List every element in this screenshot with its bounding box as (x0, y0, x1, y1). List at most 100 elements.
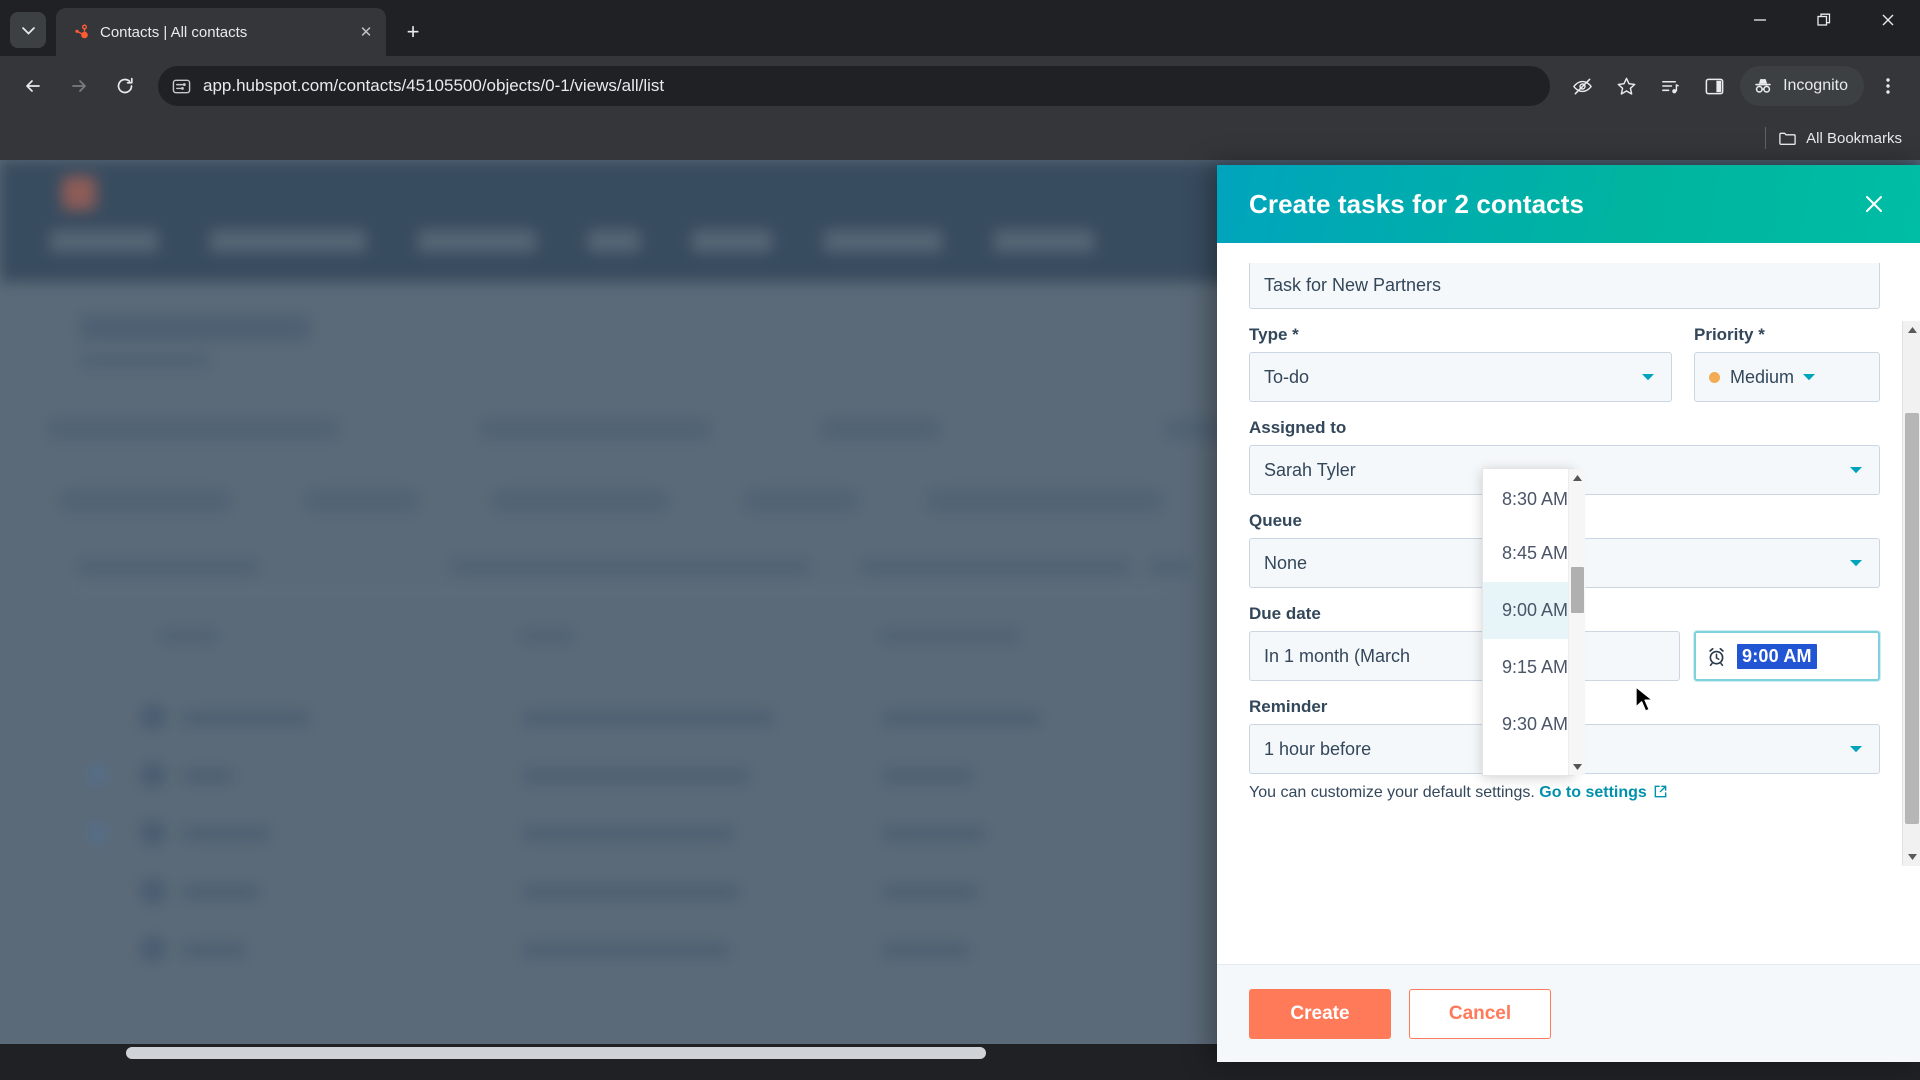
nav-item (418, 230, 536, 252)
address-bar[interactable]: app.hubspot.com/contacts/45105500/object… (158, 66, 1551, 106)
cancel-button[interactable]: Cancel (1409, 988, 1551, 1039)
scroll-down-icon[interactable] (1569, 758, 1586, 775)
time-option[interactable]: 9:15 AM (1483, 639, 1568, 696)
time-option[interactable]: 8:30 AM (1483, 469, 1568, 525)
scroll-up-icon[interactable] (1903, 321, 1920, 339)
time-option[interactable]: 8:45 AM (1483, 525, 1568, 582)
scroll-up-icon[interactable] (1569, 469, 1586, 486)
table-header-divider (70, 590, 1170, 592)
type-group: Type * To-do (1249, 325, 1672, 402)
tab-search-icon[interactable] (10, 12, 46, 48)
saved-filter-chip (925, 488, 1165, 514)
cell-email (522, 826, 734, 842)
incognito-badge[interactable]: Incognito (1740, 66, 1864, 106)
time-dropdown-scrollbar[interactable] (1568, 469, 1586, 775)
chevron-down-icon (1802, 369, 1816, 385)
hide-password-icon[interactable] (1562, 66, 1602, 106)
time-dropdown: 8:30 AM 8:45 AM 9:00 AM 9:15 AM 9:30 AM (1482, 468, 1586, 776)
maximize-restore-button[interactable] (1792, 0, 1856, 40)
type-select[interactable]: To-do (1249, 352, 1672, 402)
filter-placeholder (480, 418, 710, 440)
queue-value: None (1264, 552, 1308, 573)
search-placeholder (48, 418, 338, 440)
cell-company (882, 768, 974, 784)
task-title-value: Task for New Partners (1264, 275, 1442, 295)
reading-list-icon[interactable] (1650, 66, 1690, 106)
assigned-to-value: Sarah Tyler (1264, 459, 1356, 480)
incognito-label: Incognito (1783, 77, 1848, 94)
nav-item (692, 230, 772, 252)
type-label: Type * (1249, 325, 1299, 344)
saved-filter-chip (490, 488, 670, 514)
chevron-down-icon (1641, 369, 1655, 385)
close-window-button[interactable] (1856, 0, 1920, 40)
priority-dot-icon (1709, 371, 1720, 383)
bookmarks-divider (1765, 127, 1767, 149)
modal-scrollbar-thumb[interactable] (1905, 413, 1919, 824)
chevron-down-icon (1849, 741, 1863, 757)
all-bookmarks-button[interactable]: All Bookmarks (1778, 129, 1902, 148)
type-priority-row: Type * To-do Priority * Medium (1249, 325, 1880, 402)
modal-title: Create tasks for 2 contacts (1249, 188, 1585, 219)
scroll-down-icon[interactable] (1903, 848, 1920, 866)
bookmark-star-icon[interactable] (1606, 66, 1646, 106)
close-icon[interactable] (1854, 184, 1894, 224)
cell-email (522, 768, 750, 784)
time-dropdown-scrollbar-thumb[interactable] (1571, 567, 1585, 613)
action-placeholder (1165, 418, 1225, 440)
time-option-selected[interactable]: 9:00 AM (1483, 582, 1569, 639)
page-title-placeholder (80, 315, 310, 341)
saved-filter-chip (742, 488, 860, 514)
chrome-menu-icon[interactable] (1868, 66, 1908, 106)
alarm-clock-icon (1706, 646, 1727, 667)
bulk-action-placeholder (1150, 558, 1190, 576)
browser-tab[interactable]: Contacts | All contacts ✕ (56, 8, 386, 56)
tab-title: Contacts | All contacts (100, 23, 248, 41)
reload-button[interactable] (104, 65, 146, 107)
column-header (520, 628, 574, 644)
modal-scrollbar[interactable] (1902, 321, 1920, 866)
chevron-down-icon (1849, 555, 1863, 571)
table-row (70, 806, 1200, 862)
create-button[interactable]: Create (1249, 988, 1391, 1039)
task-title-input[interactable]: Task for New Partners (1249, 263, 1880, 309)
minimize-button[interactable] (1728, 0, 1792, 40)
all-bookmarks-label: All Bookmarks (1806, 129, 1902, 147)
priority-select[interactable]: Medium (1694, 352, 1880, 402)
saved-filter-chip (303, 488, 421, 514)
column-header (880, 628, 1020, 644)
cell-company (882, 826, 986, 842)
cell-name (182, 942, 246, 958)
time-option[interactable]: 9:30 AM (1483, 696, 1568, 753)
avatar (140, 820, 166, 846)
back-button[interactable] (12, 65, 54, 107)
go-to-settings-link[interactable]: Go to settings (1539, 784, 1647, 801)
tab-close-icon[interactable]: ✕ (354, 20, 378, 44)
row-checkbox[interactable] (88, 824, 106, 842)
site-settings-icon[interactable] (172, 77, 191, 96)
due-date-input[interactable]: In 1 month (March (1249, 631, 1680, 681)
column-header (160, 628, 218, 644)
saved-filter-chip (58, 488, 233, 514)
forward-button[interactable] (58, 65, 100, 107)
default-settings-helper: You can customize your default settings.… (1249, 784, 1880, 804)
side-panel-icon[interactable] (1694, 66, 1734, 106)
horizontal-scrollbar-thumb[interactable] (126, 1047, 986, 1059)
avatar (140, 878, 166, 904)
due-time-value: 9:00 AM (1737, 643, 1817, 669)
bulk-action-placeholder (78, 558, 258, 576)
tab-strip: Contacts | All contacts ✕ + (0, 0, 1920, 56)
row-checkbox[interactable] (88, 766, 106, 784)
reminder-value: 1 hour before (1264, 738, 1372, 759)
new-tab-button[interactable]: + (396, 15, 430, 49)
avatar (140, 936, 166, 962)
cell-name (182, 768, 234, 784)
bulk-action-placeholder (450, 558, 810, 576)
window-controls (1728, 0, 1920, 56)
cell-email (522, 942, 730, 958)
hubspot-nav-items (50, 230, 1094, 252)
priority-group: Priority * Medium (1694, 325, 1880, 402)
modal-footer: Create Cancel (1217, 964, 1920, 1062)
due-time-input[interactable]: 9:00 AM (1694, 631, 1880, 681)
browser-window: Contacts | All contacts ✕ + app.hubspot.… (0, 0, 1920, 1080)
